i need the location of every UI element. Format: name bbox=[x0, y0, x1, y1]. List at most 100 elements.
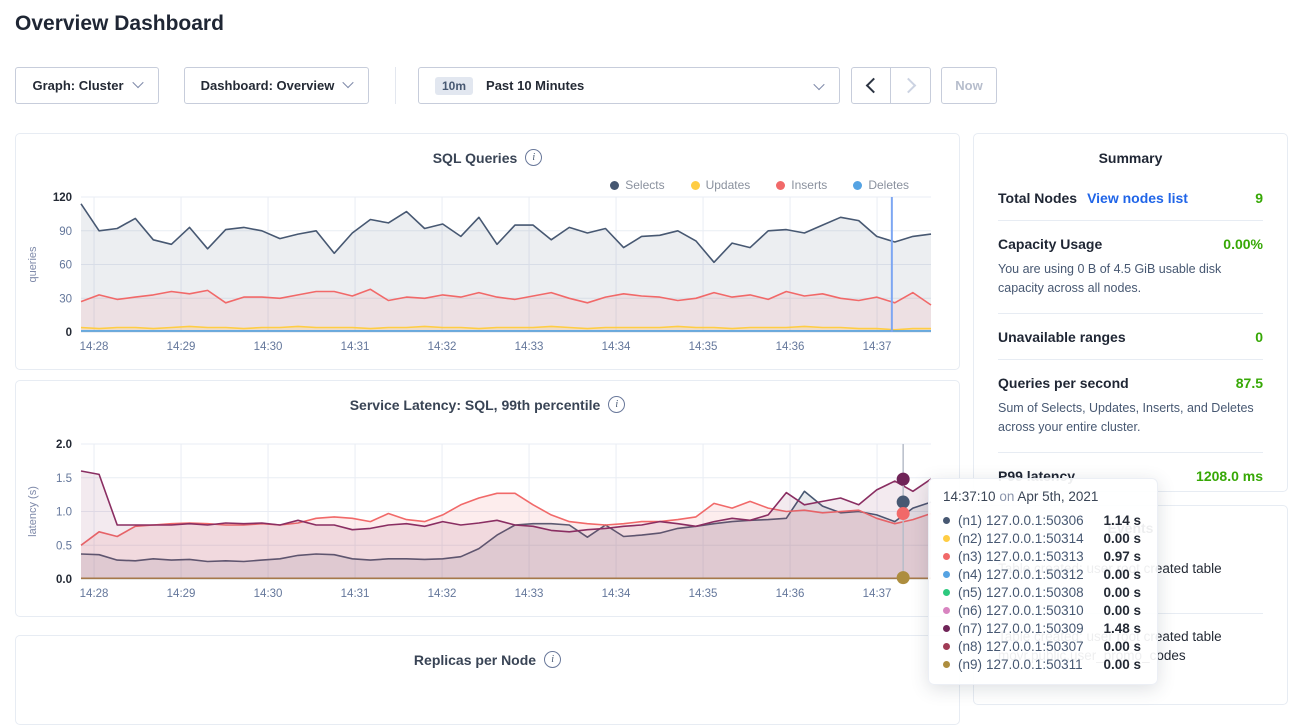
replicas-per-node-card: Replicas per Node i bbox=[15, 635, 960, 725]
capacity-usage-label: Capacity Usage bbox=[998, 236, 1102, 252]
node-color-dot-icon bbox=[943, 661, 950, 668]
svg-text:14:28: 14:28 bbox=[80, 341, 109, 353]
sql-queries-title-row: SQL Queries i bbox=[16, 149, 959, 166]
tooltip-on: on bbox=[999, 489, 1014, 504]
svg-text:14:33: 14:33 bbox=[515, 341, 544, 353]
tooltip-row-n9: (n9) 127.0.0.1:50311 0.00 s bbox=[943, 655, 1145, 673]
info-icon[interactable]: i bbox=[608, 396, 625, 413]
svg-text:14:33: 14:33 bbox=[515, 588, 544, 600]
svg-text:14:31: 14:31 bbox=[341, 588, 370, 600]
sql-queries-card: SQL Queries i Selects Updates Inserts De… bbox=[15, 133, 960, 370]
svg-text:14:36: 14:36 bbox=[776, 341, 805, 353]
svg-text:14:37: 14:37 bbox=[863, 588, 892, 600]
summary-panel: Summary Total Nodes View nodes list 9 Ca… bbox=[973, 133, 1288, 492]
node-color-dot-icon bbox=[943, 607, 950, 614]
node-color-dot-icon bbox=[943, 535, 950, 542]
svg-text:30: 30 bbox=[59, 293, 72, 305]
legend-label: Selects bbox=[625, 178, 664, 192]
tooltip-row-n7: (n7) 127.0.0.1:50309 1.48 s bbox=[943, 619, 1145, 637]
dashboard-dropdown[interactable]: Dashboard: Overview bbox=[184, 67, 369, 104]
sql-queries-chart[interactable]: 14:28 14:29 14:30 14:31 14:32 14:33 14:34 14:35… bbox=[16, 192, 961, 364]
svg-text:0: 0 bbox=[66, 327, 72, 339]
unavailable-ranges-value: 0 bbox=[1255, 329, 1263, 345]
svg-text:1.5: 1.5 bbox=[56, 473, 72, 485]
qps-value: 87.5 bbox=[1236, 375, 1263, 391]
chevron-down-icon bbox=[343, 77, 354, 88]
svg-text:14:34: 14:34 bbox=[602, 341, 631, 353]
chart-hover-tooltip: 14:37:10 on Apr 5th, 2021 (n1) 127.0.0.1… bbox=[928, 478, 1158, 685]
chevron-down-icon bbox=[813, 79, 824, 90]
replicas-title-row: Replicas per Node i bbox=[16, 651, 959, 668]
dashboard-dropdown-label: Dashboard: Overview bbox=[201, 78, 335, 93]
deletes-dot-icon bbox=[853, 181, 862, 190]
unavailable-ranges-label: Unavailable ranges bbox=[998, 329, 1126, 345]
info-icon[interactable]: i bbox=[544, 651, 561, 668]
time-range-label: Past 10 Minutes bbox=[486, 78, 584, 93]
tooltip-row-n4: (n4) 127.0.0.1:50312 0.00 s bbox=[943, 565, 1145, 583]
svg-text:14:35: 14:35 bbox=[689, 341, 718, 353]
svg-text:queries: queries bbox=[27, 246, 39, 283]
capacity-usage-value: 0.00% bbox=[1223, 236, 1263, 252]
summary-row-qps: Queries per second 87.5 Sum of Selects, … bbox=[998, 360, 1263, 453]
svg-text:latency (s): latency (s) bbox=[27, 486, 39, 537]
replicas-title: Replicas per Node bbox=[414, 652, 536, 668]
info-icon[interactable]: i bbox=[525, 149, 542, 166]
tooltip-date: Apr 5th, 2021 bbox=[1017, 489, 1098, 504]
chevron-down-icon bbox=[132, 77, 143, 88]
legend-item-deletes[interactable]: Deletes bbox=[853, 178, 909, 192]
sql-queries-title: SQL Queries bbox=[433, 150, 518, 166]
p99-latency-value: 1208.0 ms bbox=[1196, 468, 1263, 484]
updates-dot-icon bbox=[691, 181, 700, 190]
node-color-dot-icon bbox=[943, 553, 950, 560]
chevron-right-icon bbox=[901, 78, 917, 94]
tooltip-row-n6: (n6) 127.0.0.1:50310 0.00 s bbox=[943, 601, 1145, 619]
controls-divider bbox=[395, 67, 396, 104]
node-color-dot-icon bbox=[943, 517, 950, 524]
legend-label: Inserts bbox=[791, 178, 827, 192]
service-latency-title: Service Latency: SQL, 99th percentile bbox=[350, 397, 601, 413]
now-button-label: Now bbox=[955, 78, 982, 93]
svg-text:14:35: 14:35 bbox=[689, 588, 718, 600]
legend-label: Deletes bbox=[868, 178, 909, 192]
time-nav-group bbox=[851, 67, 931, 104]
summary-row-total-nodes: Total Nodes View nodes list 9 bbox=[998, 175, 1263, 221]
service-latency-title-row: Service Latency: SQL, 99th percentile i bbox=[16, 396, 959, 413]
sql-queries-legend: Selects Updates Inserts Deletes bbox=[610, 178, 909, 192]
inserts-dot-icon bbox=[776, 181, 785, 190]
graph-dropdown[interactable]: Graph: Cluster bbox=[15, 67, 159, 104]
time-range-selector[interactable]: 10m Past 10 Minutes bbox=[418, 67, 840, 104]
qps-desc: Sum of Selects, Updates, Inserts, and De… bbox=[998, 399, 1263, 438]
legend-label: Updates bbox=[706, 178, 751, 192]
svg-text:0.5: 0.5 bbox=[56, 540, 72, 552]
graph-dropdown-label: Graph: Cluster bbox=[32, 78, 123, 93]
summary-row-capacity: Capacity Usage 0.00% You are using 0 B o… bbox=[998, 221, 1263, 314]
tooltip-row-n2: (n2) 127.0.0.1:50314 0.00 s bbox=[943, 529, 1145, 547]
page-title: Overview Dashboard bbox=[15, 12, 224, 36]
svg-text:14:37: 14:37 bbox=[863, 341, 892, 353]
legend-item-inserts[interactable]: Inserts bbox=[776, 178, 827, 192]
tooltip-row-n1: (n1) 127.0.0.1:50306 1.14 s bbox=[943, 511, 1145, 529]
time-next-button[interactable] bbox=[891, 67, 931, 104]
svg-text:120: 120 bbox=[53, 192, 72, 204]
svg-text:14:30: 14:30 bbox=[254, 341, 283, 353]
svg-text:0.0: 0.0 bbox=[56, 574, 72, 586]
now-button[interactable]: Now bbox=[941, 67, 997, 104]
svg-text:14:32: 14:32 bbox=[428, 588, 457, 600]
tooltip-row-n8: (n8) 127.0.0.1:50307 0.00 s bbox=[943, 637, 1145, 655]
svg-text:14:32: 14:32 bbox=[428, 341, 457, 353]
legend-item-updates[interactable]: Updates bbox=[691, 178, 751, 192]
svg-text:14:28: 14:28 bbox=[80, 588, 109, 600]
capacity-usage-desc: You are using 0 B of 4.5 GiB usable disk… bbox=[998, 260, 1263, 299]
svg-text:90: 90 bbox=[59, 226, 72, 238]
total-nodes-value: 9 bbox=[1255, 190, 1263, 206]
svg-text:14:36: 14:36 bbox=[776, 588, 805, 600]
svg-text:14:29: 14:29 bbox=[167, 341, 196, 353]
legend-item-selects[interactable]: Selects bbox=[610, 178, 664, 192]
svg-text:1.0: 1.0 bbox=[56, 507, 72, 519]
view-nodes-list-link[interactable]: View nodes list bbox=[1087, 190, 1188, 206]
svg-text:14:31: 14:31 bbox=[341, 341, 370, 353]
summary-row-unavailable: Unavailable ranges 0 bbox=[998, 314, 1263, 360]
time-prev-button[interactable] bbox=[851, 67, 891, 104]
svg-text:14:29: 14:29 bbox=[167, 588, 196, 600]
service-latency-chart[interactable]: 14:2814:2914:3014:3114:3214:3314:3414:35… bbox=[16, 439, 961, 611]
